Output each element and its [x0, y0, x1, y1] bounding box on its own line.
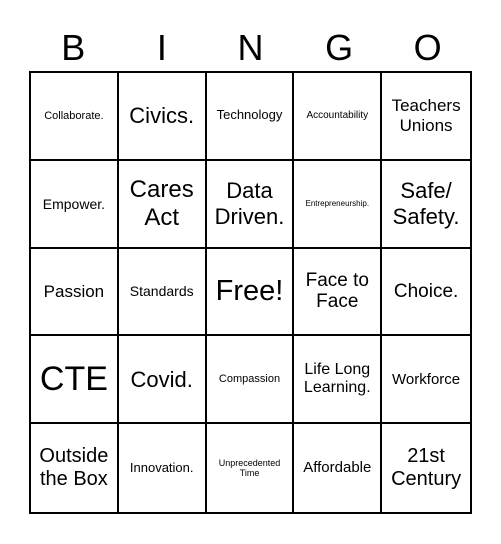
bingo-cell[interactable]: Unprecedented Time: [207, 424, 295, 512]
free-space-cell[interactable]: Free!: [206, 248, 295, 337]
bingo-cell[interactable]: CTE: [31, 336, 119, 425]
bingo-cell[interactable]: Civics.: [118, 73, 207, 161]
bingo-cell[interactable]: Passion: [31, 248, 119, 337]
bingo-cell[interactable]: Standards: [118, 248, 207, 337]
bingo-cell[interactable]: Collaborate.: [31, 73, 119, 161]
header-letter-g: G: [325, 27, 354, 68]
bingo-cell[interactable]: Technology: [206, 73, 295, 161]
bingo-cell[interactable]: Cares Act: [118, 160, 207, 249]
header-letter-n: N: [237, 27, 264, 68]
bingo-cell[interactable]: Workforce: [382, 336, 470, 425]
bingo-cell[interactable]: Data Driven.: [206, 160, 295, 249]
bingo-cell[interactable]: Entrepreneurship.: [294, 160, 383, 249]
bingo-cell[interactable]: Covid.: [118, 336, 207, 425]
bingo-cell[interactable]: Innovation.: [119, 424, 207, 512]
bingo-cell[interactable]: Affordable: [294, 424, 383, 512]
header-letter-b: B: [61, 27, 86, 68]
bingo-cell[interactable]: Life Long Learning.: [294, 336, 383, 425]
bingo-cell[interactable]: Outside the Box: [31, 424, 119, 512]
header-letter-i: I: [156, 27, 167, 68]
bingo-cell[interactable]: Face to Face: [294, 248, 383, 337]
bingo-cell[interactable]: Empower.: [31, 160, 119, 249]
bingo-cell[interactable]: 21st Century: [382, 424, 470, 512]
bingo-header: B I N G O: [29, 26, 472, 70]
header-letter-o: O: [413, 27, 442, 68]
bingo-cell[interactable]: Compassion: [206, 336, 295, 425]
bingo-grid: Collaborate. Civics. Technology Accounta…: [29, 71, 472, 514]
bingo-cell[interactable]: Choice.: [382, 249, 470, 337]
bingo-cell[interactable]: Safe/ Safety.: [382, 161, 470, 249]
bingo-cell[interactable]: Teachers Unions: [382, 73, 470, 161]
bingo-cell[interactable]: Accountability: [294, 73, 383, 161]
